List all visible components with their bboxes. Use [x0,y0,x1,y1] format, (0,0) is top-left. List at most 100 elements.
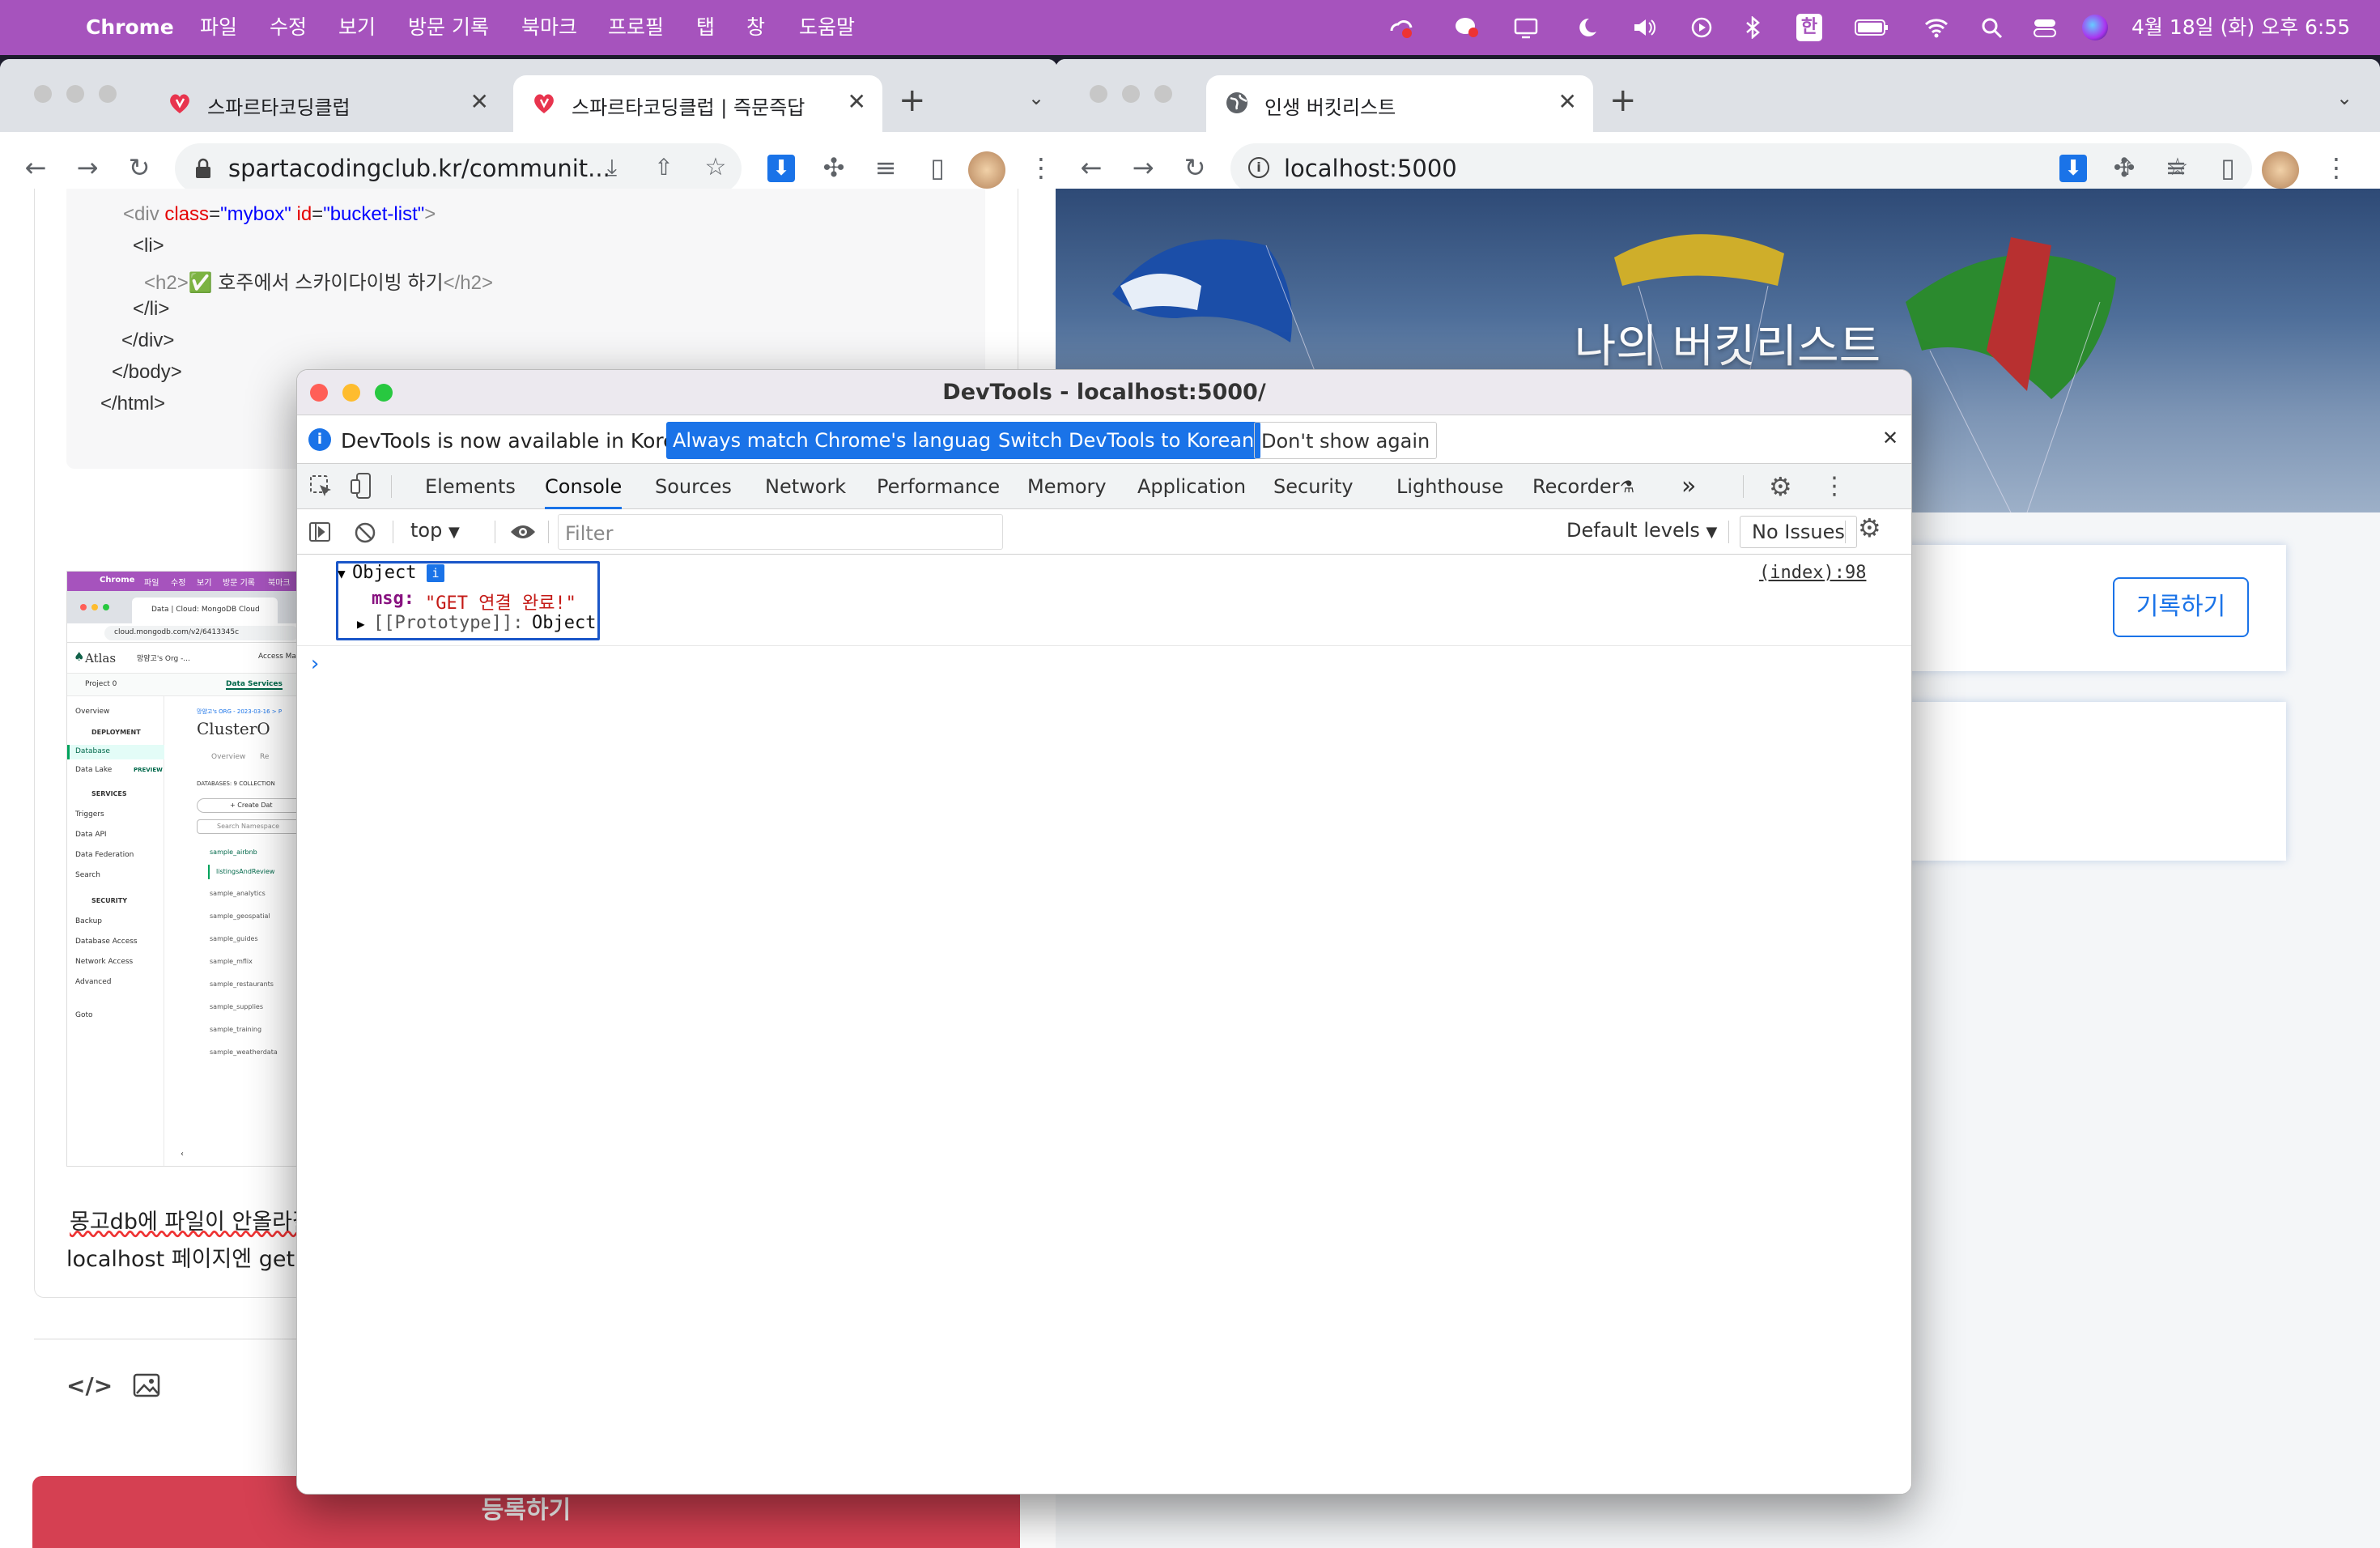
new-tab-icon[interactable]: + [899,82,926,119]
volume-icon[interactable] [1632,16,1656,39]
install-icon[interactable]: ⤓ [596,151,628,184]
download-extension-icon[interactable]: ⬇ [767,155,795,182]
tab-recorder[interactable]: Recorder [1532,464,1620,509]
menu-app-name[interactable]: Chrome [86,0,174,55]
code-insert-icon[interactable]: </> [66,1372,113,1399]
menu-window[interactable]: 창 [746,0,765,55]
menu-edit[interactable]: 수정 [270,0,307,55]
input-method-icon[interactable]: 한 [1796,14,1822,41]
dont-show-again-button[interactable]: Don't show again [1254,422,1438,459]
close-tab-icon[interactable]: ✕ [470,88,489,115]
tab-search-chevron-icon[interactable]: ⌄ [1028,87,1044,109]
back-icon[interactable]: ← [19,151,52,184]
zoom-window-button[interactable] [1154,85,1172,103]
forward-icon[interactable]: → [1127,151,1159,184]
log-levels-select[interactable]: Default levels ▼ [1566,519,1717,542]
menu-view[interactable]: 보기 [338,0,376,55]
image-insert-icon[interactable] [133,1372,160,1398]
spotlight-search-icon[interactable] [1980,16,2004,39]
new-tab-icon[interactable]: + [1609,82,1637,119]
reading-list-icon[interactable]: ≡ [869,151,902,184]
minimize-window-button[interactable] [342,384,360,402]
menu-history[interactable]: 방문 기록 [408,0,489,55]
lock-icon[interactable] [194,158,212,179]
reload-icon[interactable]: ↻ [1179,151,1211,184]
object-info-icon[interactable]: i [427,564,444,582]
profile-avatar[interactable] [2262,151,2299,189]
tab-performance[interactable]: Performance [877,464,1000,509]
menu-file[interactable]: 파일 [200,0,237,55]
record-button[interactable]: 기록하기 [2113,577,2249,637]
console-prompt-icon[interactable]: › [308,652,321,676]
more-tabs-icon[interactable]: » [1681,464,1696,509]
always-match-language-button[interactable]: Always match Chrome's language [666,422,1009,459]
screen-mirroring-icon[interactable] [1514,16,1538,39]
bookmark-star-icon[interactable]: ☆ [699,151,732,184]
tab-memory[interactable]: Memory [1027,464,1107,509]
side-panel-icon[interactable]: ▯ [921,151,954,184]
tab-bucketlist[interactable]: 인생 버킷리스트 ✕ [1206,75,1593,132]
tab-sources[interactable]: Sources [655,464,732,509]
context-select[interactable]: top ▼ [410,519,460,542]
expand-triangle-icon[interactable]: ▼ [338,566,346,581]
menu-help[interactable]: 도움말 [799,0,855,55]
tab-security[interactable]: Security [1273,464,1354,509]
tab-lighthouse[interactable]: Lighthouse [1396,464,1503,509]
collapse-triangle-icon[interactable]: ▶ [357,616,365,632]
reading-list-icon[interactable]: ≡ [2160,151,2192,184]
zoom-window-button[interactable] [99,85,117,103]
forward-icon[interactable]: → [71,151,104,184]
extensions-puzzle-icon[interactable]: ✣ [2108,151,2140,184]
close-window-button[interactable] [1090,85,1107,103]
zoom-window-button[interactable] [375,384,393,402]
back-icon[interactable]: ← [1075,151,1107,184]
more-menu-icon[interactable]: ⋮ [1025,151,1057,184]
battery-icon[interactable] [1854,16,1889,39]
live-expression-eye-icon[interactable] [509,522,537,542]
address-bar[interactable]: spartacodingclub.kr/communit... ⤓ ⇧ ☆ [175,143,742,194]
issues-button[interactable]: No Issues [1740,516,1857,548]
control-center-icon[interactable] [2033,16,2057,39]
menu-tab[interactable]: 탭 [696,0,715,55]
console-input[interactable] [329,650,1868,683]
show-sidebar-icon[interactable] [308,521,331,542]
download-extension-icon[interactable]: ⬇ [2059,155,2087,182]
inspect-element-icon[interactable] [308,474,334,500]
do-not-disturb-moon-icon[interactable] [1575,16,1599,39]
side-panel-icon[interactable]: ▯ [2212,151,2244,184]
bluetooth-icon[interactable] [1740,16,1765,39]
close-window-button[interactable] [310,384,328,402]
wifi-icon[interactable] [1924,16,1949,39]
prototype-key[interactable]: [[Prototype]]: [373,613,523,633]
chat-icon[interactable] [1455,16,1479,39]
share-icon[interactable]: ⇧ [648,151,680,184]
close-tab-icon[interactable]: ✕ [848,88,866,115]
extensions-puzzle-icon[interactable]: ✣ [818,151,850,184]
tab-sparta-home[interactable]: 스파르타코딩클럽 ✕ [149,75,505,132]
reload-icon[interactable]: ↻ [123,151,155,184]
close-window-button[interactable] [34,85,52,103]
device-toolbar-icon[interactable] [349,472,375,500]
console-settings-gear-icon[interactable]: ⚙ [1858,512,1881,543]
siri-icon[interactable] [2082,15,2108,40]
log-source-link[interactable]: (index):98 [1759,563,1866,583]
tab-search-chevron-icon[interactable]: ⌄ [2336,87,2352,109]
profile-avatar[interactable] [968,151,1005,189]
tab-application[interactable]: Application [1137,464,1246,509]
settings-gear-icon[interactable]: ⚙ [1769,464,1792,509]
more-menu-icon[interactable]: ⋮ [2320,151,2352,184]
customize-menu-icon[interactable]: ⋮ [1822,464,1847,509]
tab-network[interactable]: Network [765,464,846,509]
menu-profiles[interactable]: 프로필 [608,0,664,55]
clear-console-icon[interactable] [354,521,376,544]
minimize-window-button[interactable] [66,85,84,103]
menu-bookmarks[interactable]: 북마크 [521,0,577,55]
switch-to-korean-button[interactable]: Switch DevTools to Korean [992,422,1261,459]
creative-cloud-icon[interactable] [1388,16,1413,39]
close-notice-icon[interactable]: ✕ [1882,427,1898,449]
menu-clock[interactable]: 4월 18일 (화) 오후 6:55 [2131,0,2350,55]
tab-elements[interactable]: Elements [425,464,516,509]
attached-screenshot[interactable]: Chrome 파일 수정 보기 방문 기록 북마크 Data | Cloud: … [66,571,301,1167]
now-playing-icon[interactable] [1689,16,1714,39]
tab-console[interactable]: Console [545,464,623,509]
